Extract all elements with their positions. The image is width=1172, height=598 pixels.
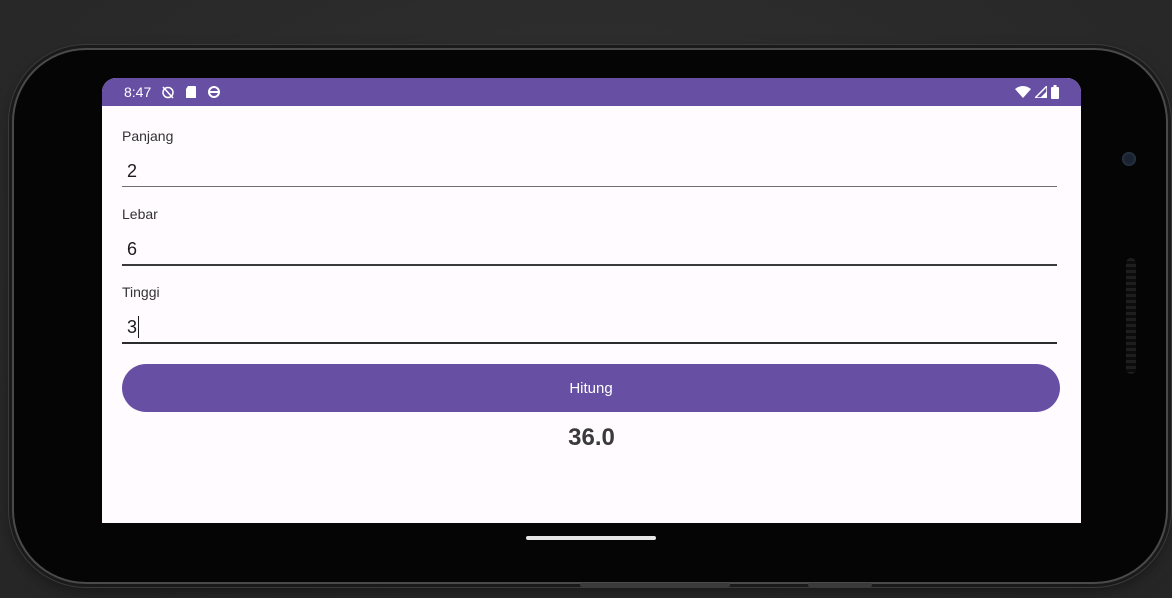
panjang-field: Panjang 2 xyxy=(122,128,1057,187)
status-time: 8:47 xyxy=(124,84,152,100)
sd-card-icon xyxy=(185,85,197,99)
hitung-button[interactable]: Hitung xyxy=(122,364,1060,412)
tinggi-input[interactable]: 3 xyxy=(122,312,1057,344)
battery-icon xyxy=(1051,85,1059,99)
panjang-value: 2 xyxy=(127,161,138,181)
status-bar: 8:47 xyxy=(102,78,1081,106)
home-gesture-handle[interactable] xyxy=(526,536,656,540)
tinggi-label: Tinggi xyxy=(122,284,160,300)
alarm-off-icon xyxy=(161,85,175,99)
speaker-grille xyxy=(1126,258,1136,374)
lebar-label: Lebar xyxy=(122,206,158,222)
lebar-value: 6 xyxy=(127,239,138,259)
app-screen: 8:47 Panjang 2 Lebar 6 Tinggi 3 Hitung 3… xyxy=(102,78,1081,523)
volume-button xyxy=(580,583,730,587)
tinggi-value: 3 xyxy=(127,317,138,337)
lebar-field: Lebar 6 xyxy=(122,206,1057,266)
lebar-input[interactable]: 6 xyxy=(122,234,1057,266)
cell-signal-icon xyxy=(1035,86,1047,98)
wifi-icon xyxy=(1015,86,1031,98)
panjang-label: Panjang xyxy=(122,128,174,144)
power-button xyxy=(808,583,872,587)
panjang-input[interactable]: 2 xyxy=(122,156,1057,187)
tinggi-field: Tinggi 3 xyxy=(122,284,1057,344)
front-camera-icon xyxy=(1122,152,1136,166)
navigation-bar xyxy=(102,523,1081,563)
result-text: 36.0 xyxy=(568,424,615,451)
sync-icon xyxy=(207,85,221,99)
text-cursor xyxy=(138,316,140,338)
emulator-stage: 8:47 Panjang 2 Lebar 6 Tinggi 3 Hitung 3… xyxy=(0,0,1172,598)
